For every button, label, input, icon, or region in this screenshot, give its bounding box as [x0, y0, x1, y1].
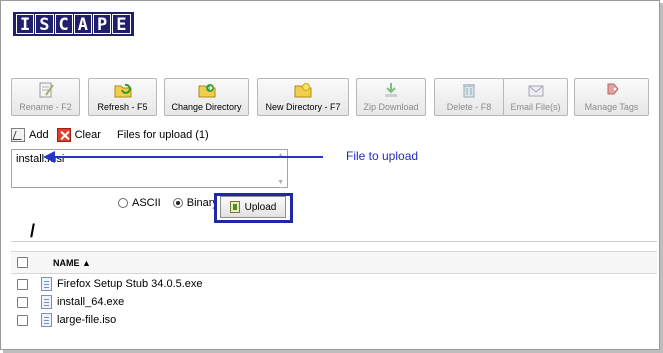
refresh-button-label: Refresh - F5 — [97, 102, 148, 112]
delete-button[interactable]: Delete - F8 — [434, 78, 504, 116]
file-icon — [41, 277, 52, 291]
change-directory-button-label: Change Directory — [171, 102, 242, 112]
file-name[interactable]: Firefox Setup Stub 34.0.5.exe — [57, 278, 203, 290]
rename-icon — [39, 82, 54, 98]
zip-download-button[interactable]: Zip Download — [356, 78, 426, 116]
refresh-button[interactable]: Refresh - F5 — [88, 78, 157, 116]
current-path: / — [30, 221, 36, 241]
divider — [11, 241, 657, 242]
upload-queue-actions: Add Clear — [11, 126, 101, 144]
ascii-label: ASCII — [132, 197, 161, 209]
name-column-header[interactable]: NAME ▲ — [53, 258, 91, 268]
add-button[interactable]: Add — [29, 129, 49, 141]
annotation-arrow-head-icon — [43, 151, 55, 163]
upload-button[interactable]: Upload — [220, 196, 286, 218]
new-directory-icon — [294, 83, 312, 98]
logo-letter: E — [112, 14, 131, 35]
file-name[interactable]: install_64.exe — [57, 296, 124, 308]
logo-letter: S — [35, 14, 54, 35]
queued-file-item[interactable]: install.msi — [16, 153, 283, 165]
logo-letter: I — [16, 14, 35, 35]
rename-button-label: Rename - F2 — [19, 102, 72, 112]
files-for-upload-label: Files for upload (1) — [117, 129, 209, 141]
logo-letter: P — [93, 14, 112, 35]
zip-download-icon — [385, 83, 397, 97]
add-file-icon[interactable] — [11, 128, 25, 142]
logo-letter: C — [54, 14, 73, 35]
transfer-mode-group: ASCII Binary — [118, 197, 218, 209]
row-checkbox[interactable] — [17, 297, 28, 308]
select-all-checkbox[interactable] — [17, 257, 28, 268]
refresh-folder-icon — [114, 83, 131, 98]
file-icon — [41, 313, 52, 327]
clear-icon[interactable] — [56, 128, 71, 142]
manage-tags-button[interactable]: Manage Tags — [574, 78, 649, 116]
manage-tags-button-label: Manage Tags — [584, 102, 639, 112]
binary-radio[interactable] — [172, 198, 183, 208]
table-row[interactable]: large-file.iso — [11, 311, 657, 332]
logo-letters: I S C A P E — [13, 12, 134, 36]
email-icon — [528, 85, 543, 97]
change-directory-button[interactable]: Change Directory — [164, 78, 249, 116]
annotation-arrow-line — [51, 156, 323, 158]
logo-letter: A — [73, 14, 92, 35]
new-directory-button[interactable]: New Directory - F7 — [257, 78, 349, 116]
delete-button-label: Delete - F8 — [446, 102, 492, 112]
iscape-logo: I S C A P E — [13, 12, 134, 36]
row-checkbox[interactable] — [17, 279, 28, 290]
annotation-text: File to upload — [346, 149, 419, 163]
rename-button[interactable]: Rename - F2 — [11, 78, 80, 116]
upload-icon — [229, 201, 240, 213]
clear-button[interactable]: Clear — [75, 129, 101, 141]
new-directory-button-label: New Directory - F7 — [265, 102, 341, 112]
tag-icon — [607, 83, 619, 95]
row-checkbox[interactable] — [17, 315, 28, 326]
scroll-down-icon[interactable]: ▼ — [277, 179, 284, 186]
change-directory-icon — [198, 84, 215, 98]
trash-icon — [463, 84, 475, 98]
table-header: NAME ▲ — [11, 251, 657, 274]
email-files-button-label: Email File(s) — [510, 102, 561, 112]
email-files-button[interactable]: Email File(s) — [503, 78, 568, 116]
file-name[interactable]: large-file.iso — [57, 314, 116, 326]
ascii-radio[interactable] — [118, 198, 128, 208]
zip-download-button-label: Zip Download — [363, 102, 419, 112]
file-icon — [41, 295, 52, 309]
upload-button-label: Upload — [244, 201, 277, 213]
